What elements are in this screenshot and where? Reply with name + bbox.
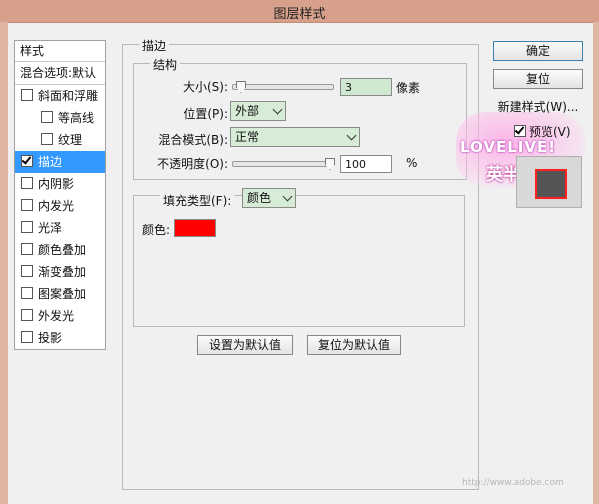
chevron-down-icon bbox=[346, 130, 357, 141]
blend-mode-label: 混合模式(B): bbox=[158, 133, 228, 147]
style-item[interactable]: 等高线 bbox=[15, 107, 105, 129]
chevron-down-icon bbox=[272, 104, 283, 115]
reset-default-button[interactable]: 复位为默认值 bbox=[307, 335, 401, 355]
style-item[interactable]: 渐变叠加 bbox=[15, 261, 105, 283]
style-checkbox[interactable] bbox=[21, 221, 33, 233]
style-item[interactable]: 外发光 bbox=[15, 305, 105, 327]
stroke-group: 描边 结构 大小(S): 3 像素 位置(P): 外部 混合模式(B): 正常 … bbox=[122, 37, 479, 490]
style-checkbox[interactable] bbox=[21, 287, 33, 299]
fill-type-label: 填充类型(F): bbox=[160, 192, 235, 209]
style-item-label: 斜面和浮雕 bbox=[38, 89, 99, 103]
styles-list: 样式 混合选项:默认 斜面和浮雕等高线纹理描边内阴影内发光光泽颜色叠加渐变叠加图… bbox=[14, 40, 106, 350]
color-label: 颜色: bbox=[142, 223, 171, 237]
style-checkbox[interactable] bbox=[41, 133, 53, 145]
style-item[interactable]: 投影 bbox=[15, 327, 105, 349]
opacity-slider[interactable] bbox=[232, 158, 335, 170]
stroke-color-swatch[interactable] bbox=[174, 219, 216, 237]
style-checkbox[interactable] bbox=[21, 309, 33, 321]
styles-header[interactable]: 样式 bbox=[15, 41, 105, 62]
window-frame-right bbox=[593, 22, 599, 504]
preview-checkbox[interactable] bbox=[514, 125, 526, 137]
fill-type-value: 颜色 bbox=[247, 191, 272, 205]
fill-type-dropdown[interactable]: 颜色 bbox=[242, 188, 296, 208]
size-slider-thumb[interactable] bbox=[236, 81, 246, 93]
size-input[interactable]: 3 bbox=[340, 78, 392, 96]
style-item-label: 描边 bbox=[38, 155, 63, 169]
opacity-input[interactable]: 100 bbox=[340, 155, 392, 173]
style-item[interactable]: 内发光 bbox=[15, 195, 105, 217]
style-item[interactable]: 描边 bbox=[15, 151, 105, 173]
style-checkbox[interactable] bbox=[21, 331, 33, 343]
title-bar[interactable]: 图层样式 bbox=[0, 0, 599, 23]
style-item-label: 颜色叠加 bbox=[38, 243, 87, 257]
style-item[interactable]: 斜面和浮雕 bbox=[15, 85, 105, 107]
style-item-label: 渐变叠加 bbox=[38, 265, 87, 279]
reset-button[interactable]: 复位 bbox=[493, 69, 583, 89]
new-style-button[interactable]: 新建样式(W)... bbox=[493, 97, 583, 117]
style-item[interactable]: 内阴影 bbox=[15, 173, 105, 195]
size-label: 大小(S): bbox=[182, 80, 228, 94]
blend-mode-value: 正常 bbox=[235, 130, 260, 144]
style-item-label: 投影 bbox=[38, 331, 63, 345]
stroke-group-title: 描边 bbox=[139, 37, 170, 54]
window-title: 图层样式 bbox=[273, 7, 326, 22]
style-checkbox[interactable] bbox=[21, 265, 33, 277]
size-slider[interactable] bbox=[232, 81, 334, 93]
opacity-label: 不透明度(O): bbox=[157, 157, 228, 171]
preview-label: 预览(V) bbox=[529, 125, 571, 139]
style-item-label: 光泽 bbox=[38, 221, 63, 235]
style-item[interactable]: 光泽 bbox=[15, 217, 105, 239]
style-item-label: 内阴影 bbox=[38, 177, 75, 191]
footer-watermark: http://www.adobe.com bbox=[462, 478, 564, 488]
style-checkbox[interactable] bbox=[21, 243, 33, 255]
window-frame-left bbox=[0, 22, 8, 504]
style-checkbox[interactable] bbox=[21, 89, 33, 101]
style-checkbox[interactable] bbox=[21, 177, 33, 189]
style-checkbox[interactable] bbox=[21, 155, 33, 167]
chevron-down-icon bbox=[282, 191, 293, 202]
position-value: 外部 bbox=[235, 104, 260, 118]
position-label: 位置(P): bbox=[183, 107, 228, 121]
structure-group-title: 结构 bbox=[150, 56, 181, 73]
style-item-label: 内发光 bbox=[38, 199, 75, 213]
preview-thumbnail bbox=[535, 169, 567, 199]
opacity-unit: % bbox=[406, 156, 418, 170]
make-default-button[interactable]: 设置为默认值 bbox=[197, 335, 293, 355]
style-checkbox[interactable] bbox=[21, 199, 33, 211]
style-item-label: 图案叠加 bbox=[38, 287, 87, 301]
size-unit: 像素 bbox=[396, 81, 421, 95]
style-preview bbox=[516, 156, 582, 208]
opacity-slider-thumb[interactable] bbox=[325, 158, 335, 170]
structure-group: 结构 大小(S): 3 像素 位置(P): 外部 混合模式(B): 正常 不透明… bbox=[133, 56, 467, 180]
fill-group: 填充类型(F): 颜色 颜色: bbox=[133, 188, 465, 327]
style-item-label: 纹理 bbox=[58, 133, 83, 147]
ok-button[interactable]: 确定 bbox=[493, 41, 583, 61]
style-item[interactable]: 图案叠加 bbox=[15, 283, 105, 305]
style-item-label: 等高线 bbox=[58, 111, 95, 125]
style-item-label: 外发光 bbox=[38, 309, 75, 323]
style-item[interactable]: 纹理 bbox=[15, 129, 105, 151]
blending-options-item[interactable]: 混合选项:默认 bbox=[15, 62, 105, 85]
style-item[interactable]: 颜色叠加 bbox=[15, 239, 105, 261]
position-dropdown[interactable]: 外部 bbox=[230, 101, 286, 121]
blend-mode-dropdown[interactable]: 正常 bbox=[230, 127, 360, 147]
style-checkbox[interactable] bbox=[41, 111, 53, 123]
watermark-text: LOVELIVE! bbox=[460, 138, 557, 156]
